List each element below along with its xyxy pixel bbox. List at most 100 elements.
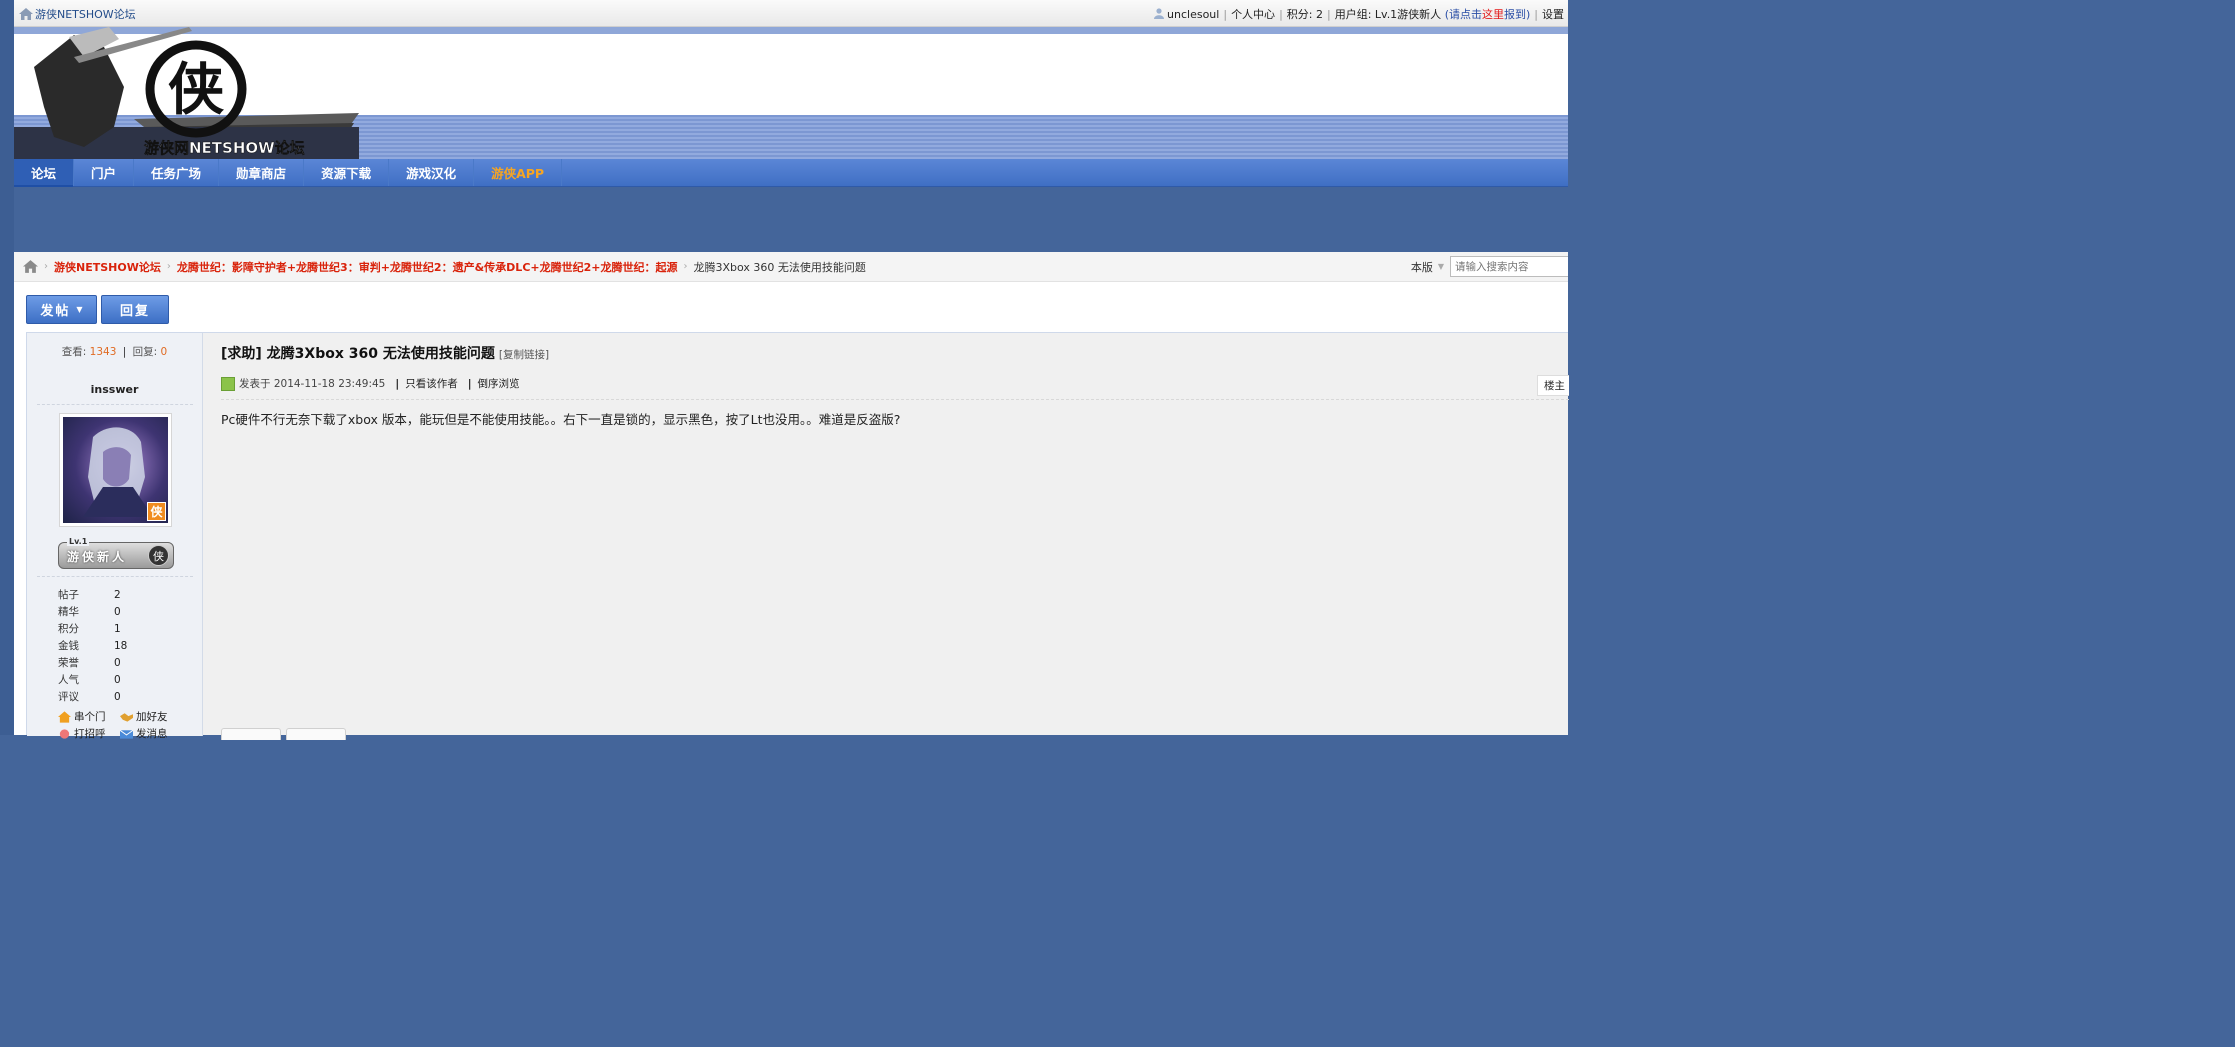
nav-item-medal-shop[interactable]: 勋章商店 bbox=[219, 159, 305, 186]
home-icon bbox=[19, 8, 33, 20]
new-post-label: 发帖 bbox=[40, 304, 71, 319]
site-logo[interactable]: 侠 游侠网NETSHOW论坛 bbox=[14, 27, 359, 159]
stat-label: 积分 bbox=[58, 623, 79, 635]
stat-label: 金钱 bbox=[58, 640, 79, 652]
chevron-right-icon: › bbox=[44, 261, 48, 272]
logo-artwork: 侠 游侠网NETSHOW论坛 bbox=[14, 27, 359, 159]
stat-value: 18 bbox=[114, 639, 128, 652]
user-info-bar: unclesoul | 个人中心 | 积分: 2 | 用户组: Lv.1游侠新人 (请点击这… bbox=[1154, 6, 1564, 22]
username-link[interactable]: unclesoul bbox=[1167, 8, 1219, 21]
top-toolbar: 游侠NETSHOW论坛 unclesoul | 个人中心 | 积分: 2 | 用户组: Lv… bbox=[14, 0, 1568, 27]
only-author-link[interactable]: 只看该作者 bbox=[405, 376, 458, 391]
search-box: 本版 ▼ bbox=[1411, 256, 1568, 277]
avatar[interactable]: 侠 bbox=[59, 413, 172, 527]
nav-item-app[interactable]: 游侠APP bbox=[474, 159, 563, 186]
handshake-icon bbox=[120, 712, 133, 722]
post-action-button[interactable] bbox=[221, 728, 281, 740]
usergroup-link[interactable]: 用户组: Lv.1游侠新人 bbox=[1335, 8, 1441, 21]
personal-center-link[interactable]: 个人中心 bbox=[1231, 8, 1275, 21]
checkin-prefix: (请点击 bbox=[1444, 8, 1482, 21]
nav-item-portal[interactable]: 门户 bbox=[74, 159, 135, 186]
author-actions: 串个门 加好友 打招呼 发消息 bbox=[58, 708, 182, 742]
avatar-image: 侠 bbox=[63, 417, 168, 523]
stat-label: 荣誉 bbox=[58, 657, 79, 669]
divider bbox=[221, 399, 1569, 400]
author-sidebar: 查看: 1343 | 回复: 0 insswer 侠 Lv.1 游侠新人 侠 帖… bbox=[27, 333, 203, 740]
chevron-right-icon: › bbox=[166, 261, 171, 272]
rank-seal: 侠 bbox=[148, 545, 169, 566]
stat-label: 人气 bbox=[58, 674, 79, 686]
visit-home-button[interactable]: 串个门 bbox=[58, 709, 120, 724]
chevron-down-icon: ▼ bbox=[76, 305, 83, 314]
post-action-button[interactable] bbox=[286, 728, 346, 740]
chevron-right-icon: › bbox=[683, 261, 688, 272]
reverse-view-link[interactable]: 倒序浏览 bbox=[478, 376, 520, 391]
home-icon bbox=[23, 260, 38, 273]
stat-value[interactable]: 1 bbox=[114, 623, 121, 635]
thread-title: [求助] 龙腾3Xbox 360 无法使用技能问题 [复制链接] bbox=[221, 343, 549, 363]
points-link[interactable]: 积分: 2 bbox=[1287, 8, 1323, 21]
stat-row-honor: 荣誉 0 bbox=[58, 654, 127, 671]
breadcrumb-board[interactable]: 龙腾世纪：影障守护者+龙腾世纪3：审判+龙腾世纪2：遗产&传承DLC+龙腾世纪2… bbox=[177, 259, 678, 275]
stat-value: 0 bbox=[114, 673, 121, 686]
new-post-button[interactable]: 发帖 ▼ bbox=[26, 295, 97, 324]
stat-label: 精华 bbox=[58, 606, 79, 618]
rank-level: Lv.1 bbox=[67, 537, 90, 546]
rank-badge: Lv.1 游侠新人 侠 bbox=[58, 537, 174, 569]
post-meta: 发表于 2014-11-18 23:49:45 | 只看该作者 | 倒序浏览 bbox=[221, 376, 520, 391]
add-friend-button[interactable]: 加好友 bbox=[120, 709, 182, 724]
online-status-icon bbox=[221, 376, 235, 391]
nav-item-localization[interactable]: 游戏汉化 bbox=[389, 159, 475, 186]
divider bbox=[37, 576, 193, 577]
breadcrumb: › 游侠NETSHOW论坛 › 龙腾世纪：影障守护者+龙腾世纪3：审判+龙腾世纪… bbox=[14, 252, 1568, 282]
checkin-here-link[interactable]: 这里 bbox=[1482, 8, 1504, 21]
breadcrumb-current: 龙腾3Xbox 360 无法使用技能问题 bbox=[693, 260, 866, 274]
mail-icon bbox=[120, 729, 133, 739]
post-date: 发表于 2014-11-18 23:49:45 bbox=[239, 378, 386, 390]
nav-item-forum[interactable]: 论坛 bbox=[14, 159, 75, 187]
floor-label[interactable]: 楼主 bbox=[1537, 375, 1569, 396]
stat-label: 评议 bbox=[58, 691, 79, 703]
views-label: 查看: bbox=[61, 346, 87, 358]
settings-link[interactable]: 设置 bbox=[1542, 8, 1564, 21]
action-label: 加好友 bbox=[136, 711, 168, 723]
nav-item-tasks[interactable]: 任务广场 bbox=[134, 159, 220, 186]
logo-text: 游侠网NETSHOW论坛 bbox=[144, 139, 305, 157]
stat-row-digest: 精华 0 bbox=[58, 603, 127, 620]
action-label: 串个门 bbox=[74, 711, 106, 723]
main-content: › 游侠NETSHOW论坛 › 龙腾世纪：影障守护者+龙腾世纪3：审判+龙腾世纪… bbox=[14, 252, 1569, 740]
search-input[interactable] bbox=[1450, 256, 1568, 277]
avatar-badge: 侠 bbox=[147, 502, 166, 521]
action-label: 打招呼 bbox=[74, 728, 106, 740]
stat-row-money: 金钱 18 bbox=[58, 637, 127, 654]
breadcrumb-home[interactable] bbox=[23, 260, 38, 273]
author-name[interactable]: insswer bbox=[27, 383, 202, 396]
site-home-link[interactable]: 游侠NETSHOW论坛 bbox=[19, 6, 136, 22]
nav-item-downloads[interactable]: 资源下载 bbox=[304, 159, 390, 186]
copy-link-button[interactable]: [复制链接] bbox=[499, 349, 549, 361]
stat-value[interactable]: 2 bbox=[114, 589, 121, 601]
author-profile-stats: 帖子 2 精华 0 积分 1 金钱 18 荣誉 0 人气 0 评议 0 bbox=[58, 586, 127, 705]
replies-count: 0 bbox=[160, 346, 168, 358]
stat-value: 0 bbox=[114, 656, 121, 669]
checkin-suffix: 报到) bbox=[1503, 8, 1531, 21]
site-header: 侠 游侠网NETSHOW论坛 bbox=[14, 27, 1568, 159]
breadcrumb-forum[interactable]: 游侠NETSHOW论坛 bbox=[54, 259, 161, 275]
stat-value[interactable]: 0 bbox=[114, 606, 121, 618]
search-scope-select[interactable]: 本版 bbox=[1411, 259, 1433, 275]
wave-icon bbox=[59, 728, 70, 739]
action-label: 发消息 bbox=[136, 728, 168, 740]
main-nav: 论坛 门户 任务广场 勋章商店 资源下载 游戏汉化 游侠APP bbox=[14, 159, 1568, 187]
send-message-button[interactable]: 发消息 bbox=[120, 726, 182, 741]
reply-button[interactable]: 回复 bbox=[101, 295, 169, 324]
thread-stats: 查看: 1343 | 回复: 0 bbox=[61, 346, 168, 358]
post-body: Pc硬件不行无奈下载了xbox 版本，能玩但是不能使用技能。。右下一直是锁的，显… bbox=[221, 412, 901, 427]
greet-button[interactable]: 打招呼 bbox=[58, 726, 120, 741]
divider bbox=[37, 404, 193, 405]
stat-value: 0 bbox=[114, 690, 121, 703]
user-icon bbox=[1154, 8, 1165, 19]
stat-row-reviews: 评议 0 bbox=[58, 688, 127, 705]
thread-title-text: [求助] 龙腾3Xbox 360 无法使用技能问题 bbox=[221, 346, 495, 362]
post-action-buttons bbox=[221, 728, 351, 740]
replies-label: 回复: bbox=[132, 346, 158, 358]
